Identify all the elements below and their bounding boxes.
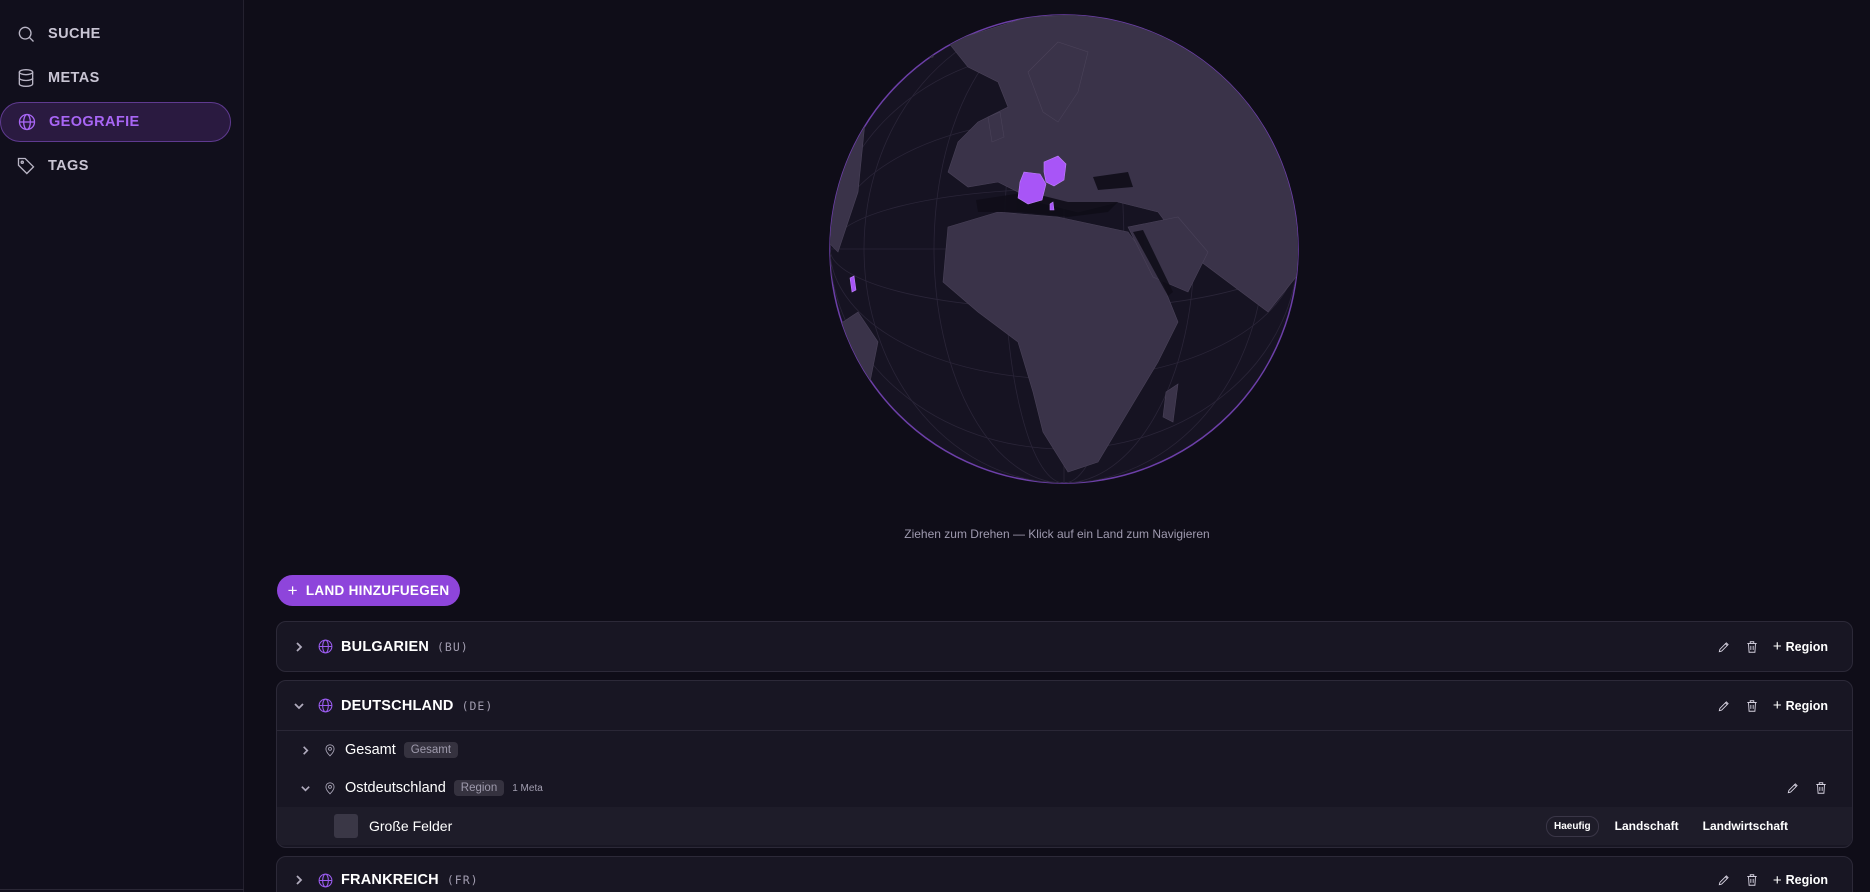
- add-country-button[interactable]: + LAND HINZUFUEGEN: [277, 575, 460, 606]
- region-row-gesamt[interactable]: Gesamt Gesamt: [277, 731, 1852, 769]
- country-header[interactable]: BULGARIEN (BU) + Region: [277, 622, 1852, 671]
- region-actions: [1772, 781, 1828, 795]
- add-country-label: LAND HINZUFUEGEN: [305, 583, 450, 598]
- edit-icon[interactable]: [1717, 699, 1731, 713]
- tag-badge: Landwirtschaft: [1702, 819, 1788, 833]
- country-name: FRANKREICH (FR): [341, 872, 479, 888]
- country-actions: + Region: [1703, 697, 1828, 714]
- france-highlight: [1017, 171, 1047, 205]
- world-globe[interactable]: [828, 12, 1300, 486]
- meta-count: 1 Meta: [512, 782, 543, 794]
- meta-name: Große Felder: [369, 818, 453, 834]
- chevron-right-icon[interactable]: [300, 745, 311, 756]
- country-header[interactable]: FRANKREICH (FR) + Region: [277, 857, 1852, 892]
- region-type-badge: Gesamt: [403, 742, 459, 758]
- region-row-ostdeutschland[interactable]: Ostdeutschland Region 1 Meta: [277, 769, 1852, 807]
- meta-tags: Haeufig Landschaft Landwirtschaft: [1538, 815, 1796, 837]
- region-list: Gesamt Gesamt Ostdeutschland Region 1 Me…: [277, 730, 1852, 845]
- region-name-text: Gesamt: [345, 742, 396, 758]
- region-type-badge: Region: [453, 780, 505, 796]
- add-region-button[interactable]: + Region: [1773, 638, 1828, 655]
- sidebar-divider: [0, 889, 244, 890]
- country-code: (DE): [461, 698, 494, 713]
- chevron-right-icon[interactable]: [293, 641, 305, 653]
- globe-icon: [18, 113, 36, 131]
- search-icon: [18, 26, 34, 42]
- tag-icon: [17, 157, 35, 175]
- sidebar: SUCHE METAS GEOGRAFIE TAGS: [0, 0, 244, 892]
- meta-row[interactable]: Große Felder Haeufig Landschaft Landwirt…: [277, 807, 1852, 845]
- country-card-deutschland: DEUTSCHLAND (DE) + Region Gesamt Gesamt Os…: [276, 680, 1853, 848]
- plus-icon: +: [287, 581, 298, 600]
- trash-icon[interactable]: [1745, 640, 1759, 654]
- add-region-label: Region: [1785, 639, 1828, 654]
- map-pin-icon: [325, 744, 335, 757]
- globe-hint: Ziehen zum Drehen — Klick auf ein Land z…: [904, 527, 1210, 541]
- edit-icon[interactable]: [1717, 640, 1731, 654]
- edit-icon[interactable]: [1786, 781, 1800, 795]
- trash-icon[interactable]: [1745, 873, 1759, 887]
- nav-item-suche[interactable]: SUCHE: [0, 14, 231, 54]
- country-code: (FR): [446, 873, 479, 887]
- globe-icon: [318, 639, 333, 654]
- nav-item-tags[interactable]: TAGS: [0, 146, 231, 186]
- nav-item-label: GEOGRAFIE: [49, 114, 140, 130]
- country-header[interactable]: DEUTSCHLAND (DE) + Region: [277, 681, 1852, 730]
- add-region-label: Region: [1785, 698, 1828, 713]
- globe-icon: [318, 873, 333, 887]
- database-icon: [18, 69, 34, 88]
- nav-item-label: TAGS: [48, 158, 89, 174]
- country-name-text: DEUTSCHLAND: [341, 697, 454, 714]
- country-card-frankreich: FRANKREICH (FR) + Region: [276, 856, 1853, 892]
- region-name-text: Ostdeutschland: [345, 780, 446, 796]
- add-region-button[interactable]: + Region: [1773, 872, 1828, 889]
- globe-map[interactable]: [828, 12, 1300, 486]
- region-name: Gesamt Gesamt: [345, 742, 459, 758]
- nav-item-geografie[interactable]: GEOGRAFIE: [0, 102, 231, 142]
- region-name: Ostdeutschland Region 1 Meta: [345, 780, 543, 796]
- globe-icon: [318, 698, 333, 713]
- country-actions: + Region: [1703, 872, 1828, 889]
- country-name-text: BULGARIEN: [341, 638, 429, 655]
- country-card-bulgarien: BULGARIEN (BU) + Region: [276, 621, 1853, 672]
- country-actions: + Region: [1703, 638, 1828, 655]
- trash-icon[interactable]: [1745, 699, 1759, 713]
- map-pin-icon: [325, 782, 335, 795]
- add-region-label: Region: [1785, 873, 1828, 887]
- chevron-down-icon[interactable]: [300, 783, 311, 794]
- nav-item-metas[interactable]: METAS: [0, 58, 231, 98]
- edit-icon[interactable]: [1717, 873, 1731, 887]
- country-name-text: FRANKREICH: [341, 872, 439, 888]
- country-name: BULGARIEN (BU): [341, 639, 469, 655]
- tag-badge: Landschaft: [1614, 819, 1679, 833]
- nav-item-label: SUCHE: [48, 26, 101, 42]
- add-region-button[interactable]: + Region: [1773, 697, 1828, 714]
- trash-icon[interactable]: [1814, 781, 1828, 795]
- country-code: (BU): [437, 639, 469, 654]
- chevron-right-icon[interactable]: [293, 874, 305, 886]
- chevron-down-icon[interactable]: [293, 700, 305, 712]
- country-name: DEUTSCHLAND (DE): [341, 698, 493, 714]
- meta-thumbnail[interactable]: [334, 814, 358, 838]
- nav-item-label: METAS: [48, 70, 100, 86]
- tag-badge: Haeufig: [1545, 815, 1599, 837]
